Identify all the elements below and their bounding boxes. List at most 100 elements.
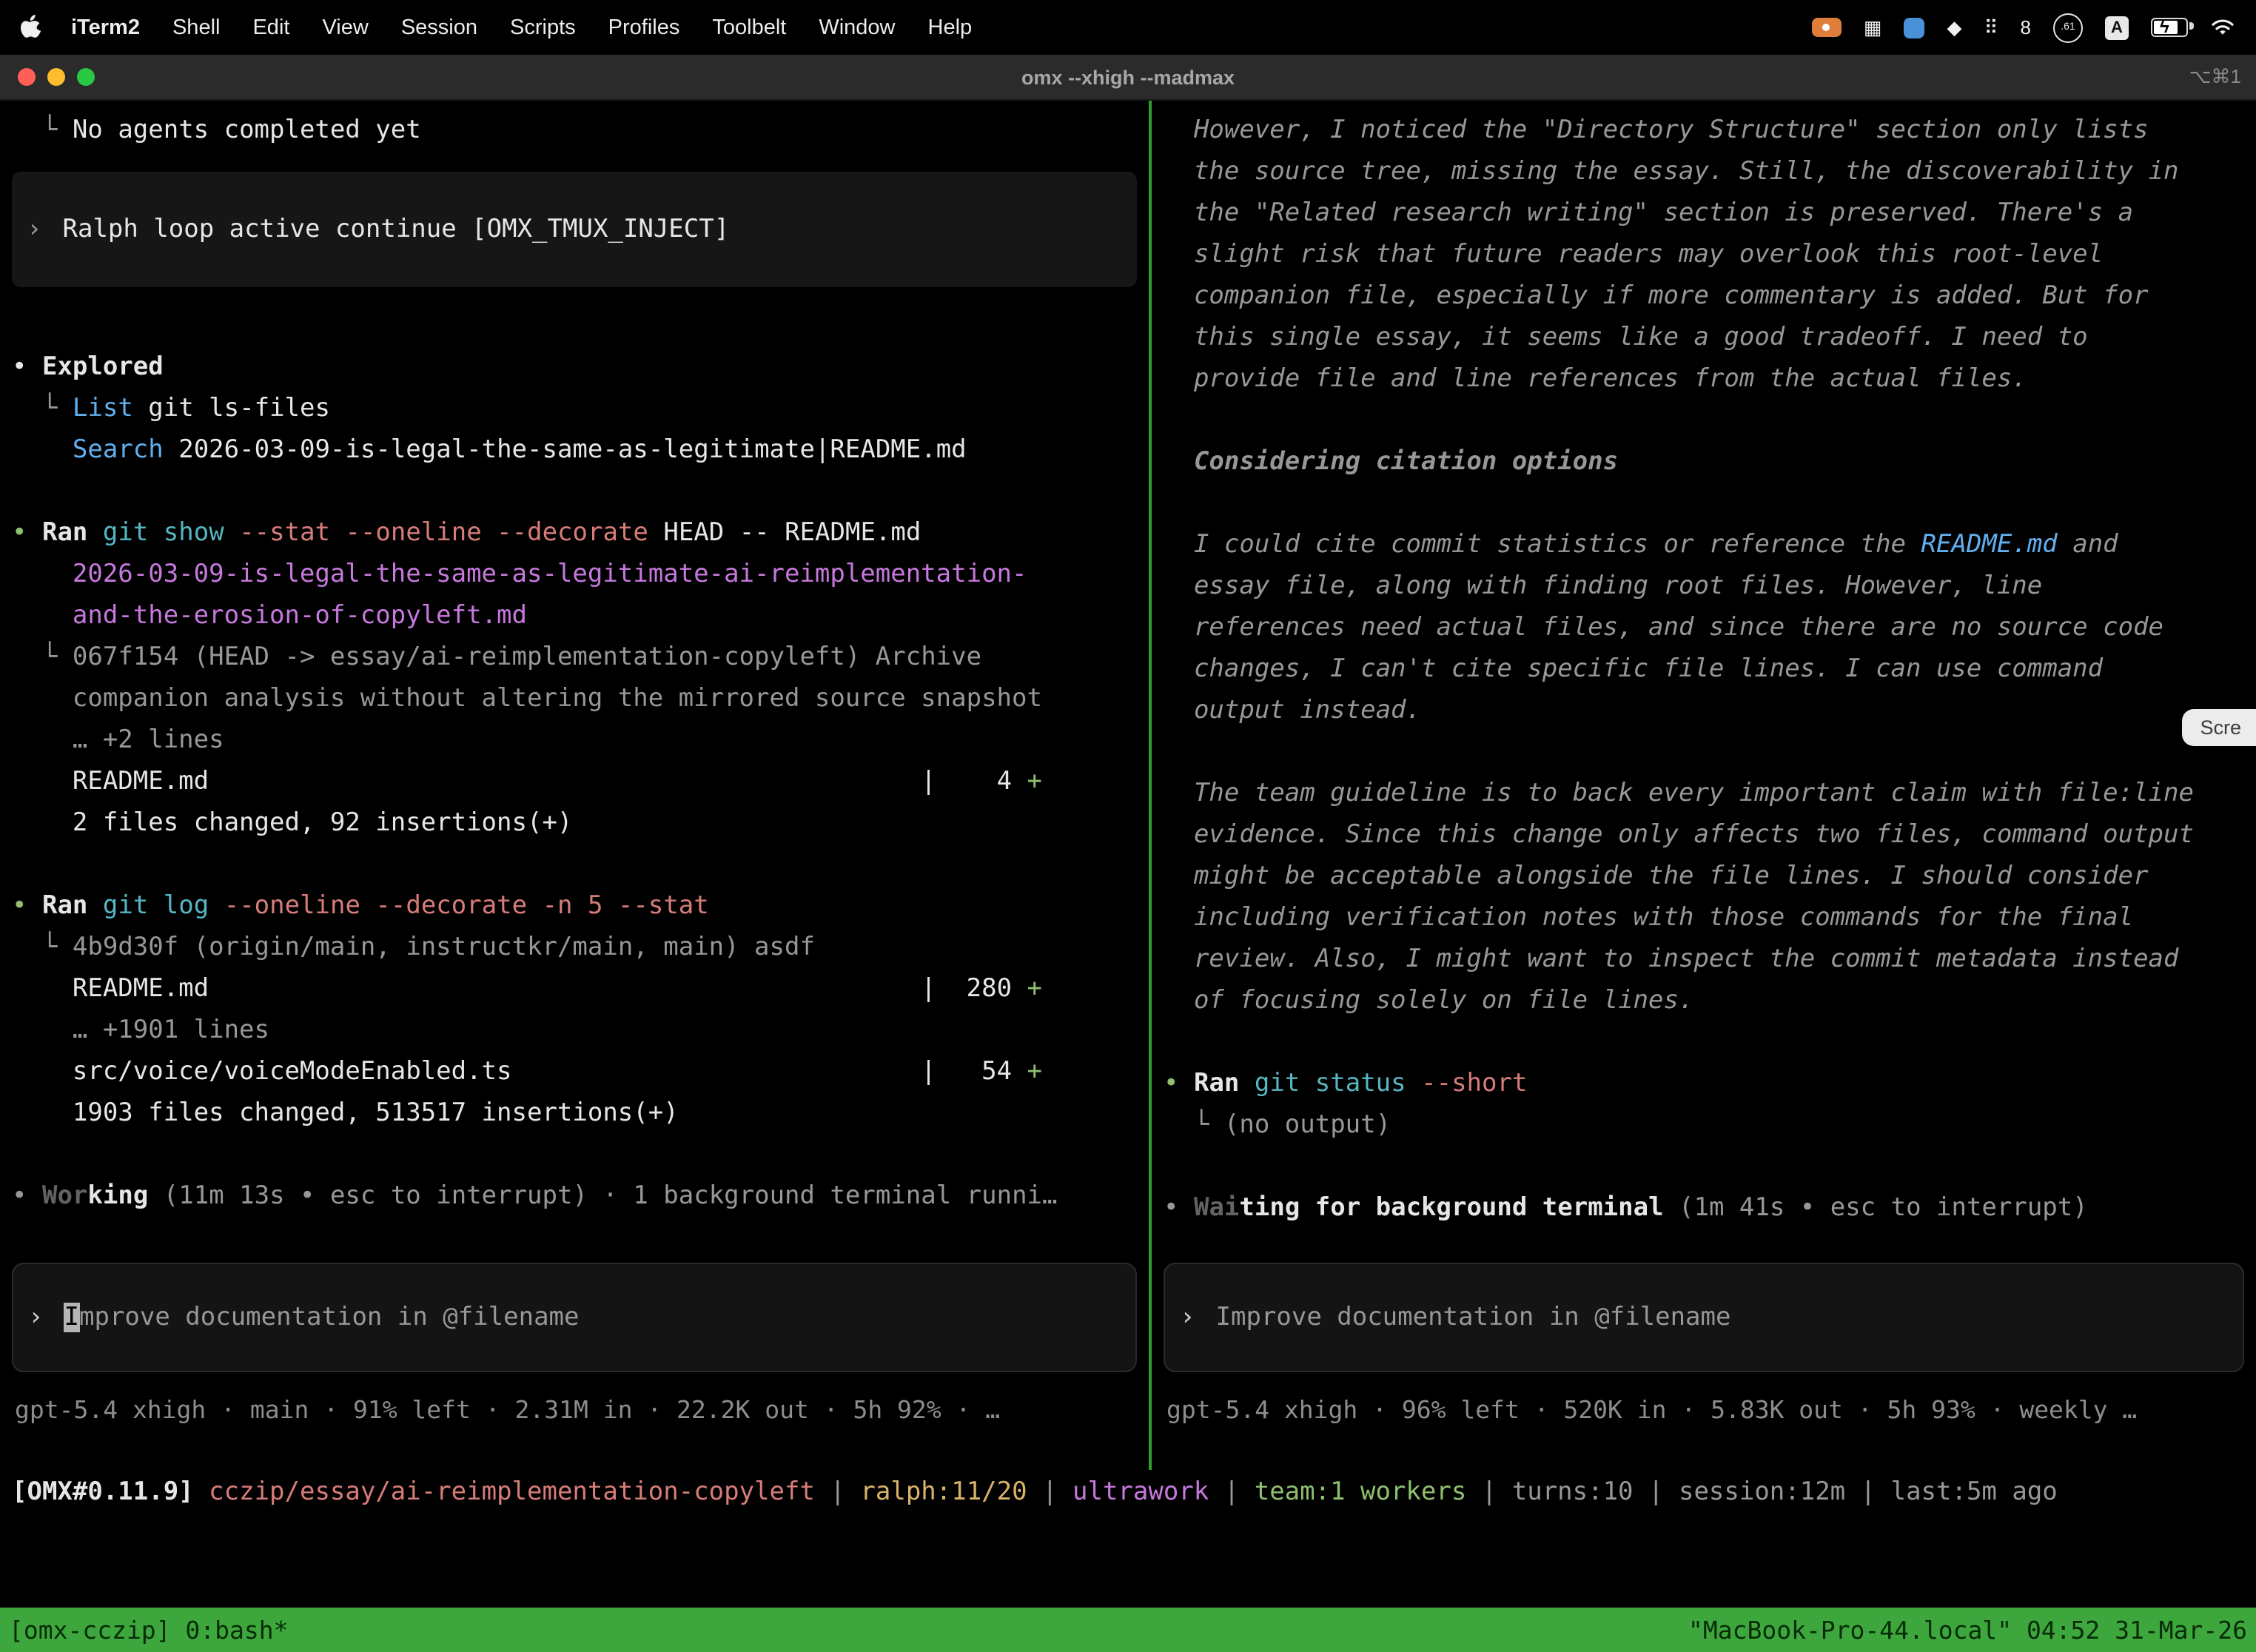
text-segment: HEAD -- README.md	[648, 518, 921, 548]
battery-icon[interactable]: ϟ	[2151, 18, 2188, 37]
terminal-line	[1164, 483, 2256, 524]
text-segment: of focusing solely on file lines.	[1164, 986, 1693, 1015]
text-segment: including verification notes with those …	[1164, 903, 2133, 933]
input-source-icon[interactable]: A	[2105, 16, 2129, 39]
text-segment: └	[12, 115, 73, 145]
grid-icon[interactable]: ▦	[1864, 16, 1882, 39]
apps-grid-icon[interactable]: ⠿	[1984, 16, 1998, 39]
text-segment: output instead.	[1164, 696, 1421, 725]
terminal-content: └ No agents completed yet › Ralph loop a…	[0, 101, 2256, 1608]
terminal-line: might be acceptable alongside the file l…	[1164, 856, 2256, 897]
menu-item[interactable]: Scripts	[494, 16, 592, 39]
text-segment	[87, 518, 103, 548]
menu-item[interactable]: Help	[912, 16, 989, 39]
tmux-session-info: [omx-cczip] 0:bash*	[9, 1616, 289, 1644]
model-status-line-left: gpt-5.4 xhigh · main · 91% left · 2.31M …	[15, 1390, 1149, 1431]
screen-recording-indicator-icon[interactable]	[1812, 18, 1842, 37]
text-segment: src/voice/voiceModeEnabled.ts	[12, 1057, 512, 1087]
omx-status-line: [OMX#0.11.9] cczip/essay/ai-reimplementa…	[0, 1470, 2256, 1514]
terminal-line: changes, I can't cite specific file line…	[1164, 648, 2256, 690]
terminal-line: 2 files changed, 92 insertions(+)	[12, 802, 1149, 844]
text-segment	[512, 1057, 921, 1087]
tmux-panes: └ No agents completed yet › Ralph loop a…	[0, 101, 2256, 1470]
menu-item[interactable]: Window	[802, 16, 911, 39]
text-segment: •	[1164, 1193, 1194, 1223]
text-segment: companion analysis without altering the …	[12, 684, 1042, 713]
text-segment	[87, 891, 103, 921]
text-segment: essay file, along with finding root file…	[1164, 571, 2042, 601]
text-segment: +	[1027, 767, 1043, 796]
bottom-gap	[0, 1514, 2256, 1608]
terminal-line: references need actual files, and since …	[1164, 607, 2256, 648]
text-segment: └	[12, 642, 73, 672]
terminal-line: evidence. Since this change only affects…	[1164, 814, 2256, 856]
text-segment: |	[815, 1477, 860, 1507]
terminal-line: slight risk that future readers may over…	[1164, 234, 2256, 275]
text-segment: Ran	[1194, 1069, 1239, 1098]
app-icon-blue[interactable]	[1904, 17, 1924, 38]
menu-item[interactable]: Toolbelt	[696, 16, 802, 39]
menu-item[interactable]: Profiles	[592, 16, 696, 39]
menu-item[interactable]: Session	[385, 16, 494, 39]
diamond-icon[interactable]: ◆	[1947, 16, 1961, 39]
phone-icon[interactable]: 8	[2021, 16, 2031, 38]
text-segment: slight risk that future readers may over…	[1164, 240, 2103, 269]
text-segment: evidence. Since this change only affects…	[1164, 820, 2194, 850]
window-title-bar[interactable]: omx --xhigh --madmax ⌥⌘1	[0, 55, 2256, 101]
text-segment: Considering citation options	[1164, 447, 1618, 477]
terminal-line: • Working (11m 13s • esc to interrupt) ·…	[12, 1175, 1149, 1217]
text-segment: review. Also, I might want to inspect th…	[1164, 944, 2179, 974]
text-segment: |	[1209, 1477, 1254, 1507]
text-segment: might be acceptable alongside the file l…	[1164, 862, 2149, 891]
menu-items: iTerm2ShellEditViewSessionScriptsProfile…	[55, 16, 988, 39]
prompt-input-right[interactable]: › Improve documentation in @filename	[1164, 1263, 2244, 1372]
terminal-line: • Ran git status --short	[1164, 1063, 2256, 1104]
menu-item[interactable]: Shell	[156, 16, 237, 39]
prompt-placeholder: Improve documentation in @filename	[1216, 1303, 1731, 1332]
tmux-status-bar[interactable]: [omx-cczip] 0:bash* "MacBook-Pro-44.loca…	[0, 1608, 2256, 1652]
terminal-line: README.md | 280 +	[12, 968, 1149, 1010]
terminal-line: └ List git ls-files	[12, 388, 1149, 429]
text-segment: •	[12, 1181, 42, 1211]
menu-item[interactable]: View	[306, 16, 384, 39]
text-segment: git status	[1255, 1069, 1406, 1098]
text-segment: 1903 files changed, 513517 insertions(+)	[12, 1098, 679, 1128]
text-segment: session:12m	[1679, 1477, 1845, 1507]
gauge-icon[interactable]: .61	[2053, 13, 2083, 42]
menu-item[interactable]: iTerm2	[55, 16, 156, 39]
ralph-loop-banner: › Ralph loop active continue [OMX_TMUX_I…	[12, 172, 1137, 287]
toast-text: Scre	[2200, 716, 2241, 739]
wifi-icon[interactable]	[2210, 18, 2235, 37]
prompt-chevron-icon: ›	[1180, 1303, 1195, 1332]
text-segment: I could cite commit statistics or refere…	[1164, 530, 1921, 560]
text-segment: ting for background terminal	[1239, 1193, 1663, 1223]
text-segment: … +1901 lines	[12, 1015, 269, 1045]
text-segment: README.md	[12, 767, 209, 796]
text-segment: +	[1027, 1057, 1043, 1087]
text-segment: 2 files changed, 92 insertions(+)	[12, 808, 572, 838]
menu-bar-status-area: ▦ ◆ ⠿ 8 .61 A ϟ	[1812, 13, 2256, 42]
text-segment: this single essay, it seems like a good …	[1164, 323, 2088, 352]
agents-note-block: └ No agents completed yet	[12, 110, 1149, 151]
text-segment: git log	[103, 891, 209, 921]
agent-log-right: However, I noticed the "Directory Struct…	[1164, 110, 2256, 1229]
menu-item[interactable]: Edit	[236, 16, 306, 39]
banner-text: Ralph loop active continue [OMX_TMUX_INJ…	[63, 215, 730, 244]
pane-bottom-left: › Improve documentation in @filename gpt…	[12, 1263, 1149, 1470]
apple-menu-icon[interactable]	[21, 15, 43, 40]
prompt-input-left[interactable]: › Improve documentation in @filename	[12, 1263, 1137, 1372]
terminal-line: The team guideline is to back every impo…	[1164, 773, 2256, 814]
text-segment: •	[12, 352, 42, 382]
text-segment: However, I noticed the "Directory Struct…	[1164, 115, 2149, 145]
notification-toast[interactable]: Scre	[2182, 709, 2256, 746]
tmux-pane-right[interactable]: However, I noticed the "Directory Struct…	[1152, 101, 2256, 1470]
text-segment: Explored	[42, 352, 164, 382]
prompt-placeholder: mprove documentation in @filename	[79, 1303, 580, 1332]
text-segment: List	[73, 394, 133, 423]
terminal-line: Search 2026-03-09-is-legal-the-same-as-l…	[12, 429, 1149, 471]
text-segment: 4b9d30f (origin/main, instructkr/main, m…	[73, 933, 815, 962]
terminal-line	[1164, 400, 2256, 441]
text-segment: └	[12, 394, 73, 423]
tmux-pane-left[interactable]: └ No agents completed yet › Ralph loop a…	[0, 101, 1149, 1470]
text-segment: | 280	[921, 974, 1027, 1004]
